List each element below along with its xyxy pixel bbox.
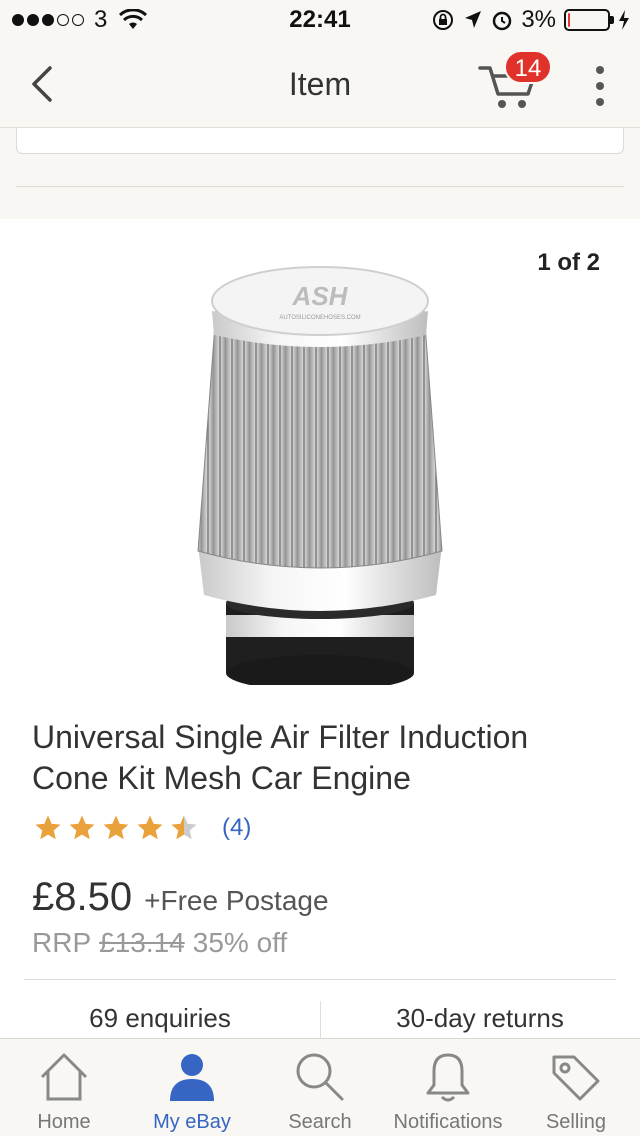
search-bar-remnant[interactable] — [16, 128, 624, 154]
home-icon — [40, 1053, 88, 1101]
divider — [24, 979, 616, 980]
tab-my-ebay[interactable]: My eBay — [128, 1039, 256, 1136]
star-icon — [35, 815, 61, 840]
price: £8.50 — [32, 875, 133, 919]
star-icon — [69, 815, 95, 840]
discount-label: 35% off — [192, 927, 288, 958]
star-icon — [137, 815, 163, 840]
image-pager: 1 of 2 — [537, 249, 600, 276]
tab-label: Search — [288, 1111, 352, 1133]
battery-percentage: 3% — [521, 6, 556, 33]
product-image[interactable]: ASH AUTOSILICONEHOSES.COM — [190, 255, 450, 685]
more-options-icon[interactable] — [592, 66, 608, 106]
location-icon — [465, 11, 482, 28]
status-right: 3% — [431, 6, 630, 34]
rrp-price: £13.14 — [99, 927, 185, 958]
star-icon — [171, 815, 197, 840]
tab-label: Home — [37, 1111, 91, 1133]
item-stats: 69 enquiries 30-day returns — [0, 1001, 640, 1043]
star-rating[interactable]: (4) — [32, 813, 251, 843]
navigation-bar: Item 14 — [0, 40, 640, 128]
tab-search[interactable]: Search — [256, 1039, 384, 1136]
returns-policy[interactable]: 30-day returns — [320, 1003, 640, 1034]
item-content: 1 of 2 ASH AUTOSILICONEHOSES.COM Univers… — [0, 219, 640, 1039]
cart-count-badge[interactable]: 14 — [504, 50, 552, 84]
tab-selling[interactable]: Selling — [512, 1039, 640, 1136]
search-icon — [296, 1053, 344, 1101]
bell-icon — [426, 1053, 470, 1102]
price-row: £8.50 +Free Postage — [32, 875, 329, 920]
rotation-lock-icon — [433, 10, 454, 30]
tab-home[interactable]: Home — [0, 1039, 128, 1136]
alarm-icon — [493, 11, 512, 31]
postage-info: +Free Postage — [144, 885, 329, 916]
tab-label: My eBay — [153, 1111, 231, 1133]
status-bar: 3 22:41 3% — [0, 0, 640, 40]
brand-logo: ASH — [292, 281, 349, 311]
tab-label: Selling — [545, 1111, 607, 1133]
divider — [16, 186, 624, 187]
tab-bar: Home My eBay Search Notifications Sellin… — [0, 1038, 640, 1136]
brand-url: AUTOSILICONEHOSES.COM — [279, 315, 360, 321]
product-title: Universal Single Air Filter Induction Co… — [32, 719, 529, 796]
charging-icon — [619, 10, 629, 30]
battery-icon — [564, 9, 614, 31]
enquiries-count: 69 enquiries — [89, 1003, 231, 1033]
tab-label: Notifications — [393, 1111, 503, 1133]
person-icon — [170, 1054, 214, 1101]
review-count-link[interactable]: (4) — [222, 814, 251, 842]
star-icon — [103, 815, 129, 840]
rrp-row: RRP £13.14 35% off — [32, 927, 287, 959]
tag-icon — [552, 1055, 600, 1101]
tab-notifications[interactable]: Notifications — [384, 1039, 512, 1136]
rrp-label: RRP — [32, 927, 92, 958]
